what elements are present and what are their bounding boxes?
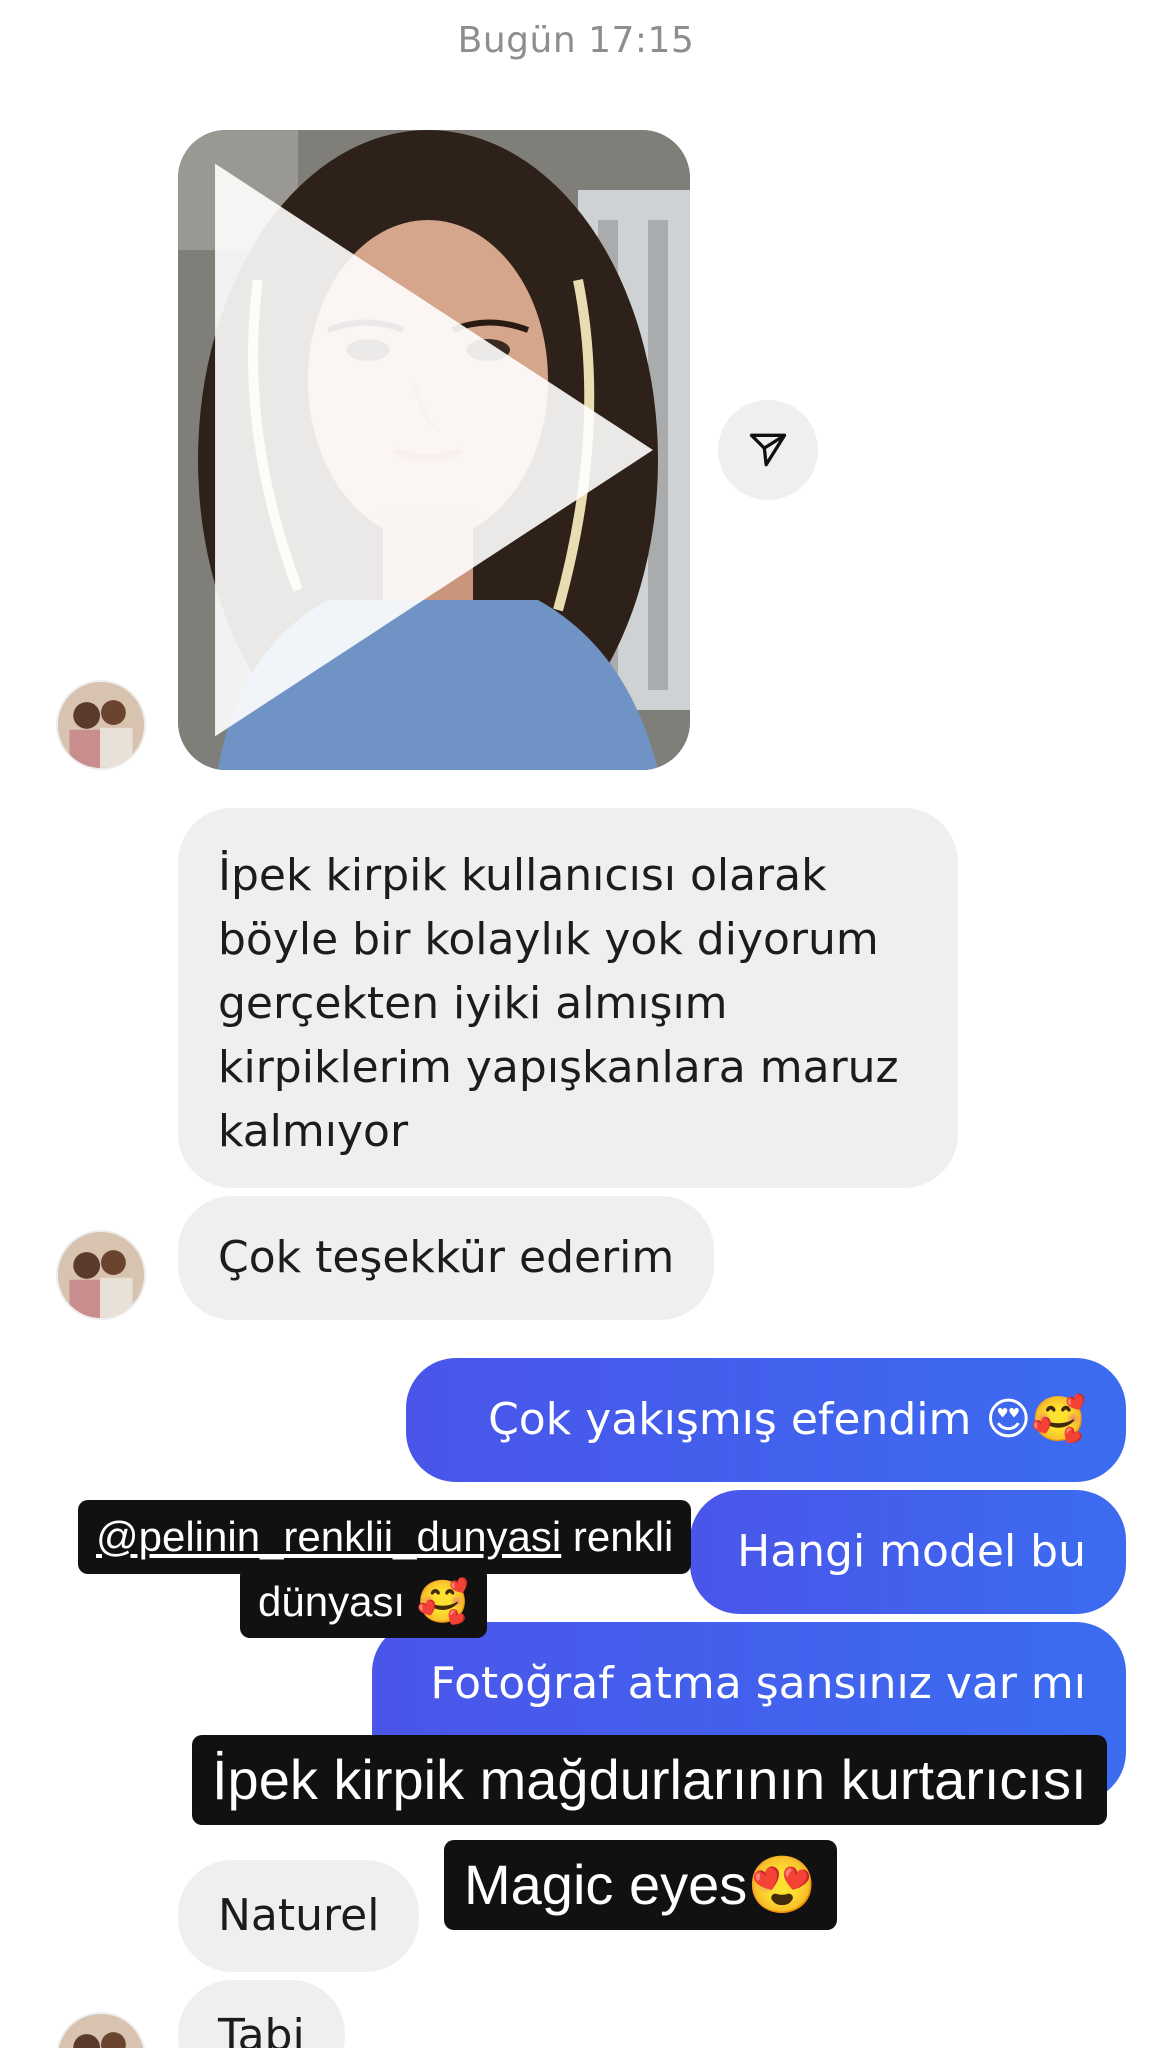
play-icon[interactable] [178,130,690,770]
incoming-message[interactable]: Tabi [178,1980,345,2048]
paper-plane-icon [749,433,787,467]
outgoing-message[interactable]: Çok yakışmış efendim 😍🥰 [406,1358,1126,1482]
mention-sticker-line2: dünyası 🥰 [240,1566,488,1638]
mention-text: renkli [561,1513,674,1560]
avatar-photo [58,682,144,768]
video-message-thumbnail[interactable] [178,130,690,770]
incoming-message[interactable]: İpek kirpik kullanıcısı olarak böyle bir… [178,808,958,1188]
mention-sticker[interactable]: @pelinin_renklii_dunyasi renkli [78,1500,692,1574]
sender-avatar[interactable] [56,2012,146,2048]
caption-sticker-line2: Magic eyes😍 [444,1840,837,1930]
avatar-photo [58,2014,144,2048]
incoming-message[interactable]: Çok teşekkür ederim [178,1196,715,1320]
message-timestamp: Bugün 17:15 [457,20,695,61]
outgoing-message[interactable]: Hangi model bu [690,1490,1126,1614]
incoming-message[interactable]: Naturel [178,1860,420,1972]
share-button[interactable] [718,400,818,500]
caption-sticker-line1: İpek kirpik mağdurlarının kurtarıcısı [192,1735,1107,1825]
mention-handle[interactable]: @pelinin_renklii_dunyasi [96,1513,561,1560]
avatar-photo [58,1232,144,1318]
sender-avatar[interactable] [56,680,146,770]
sender-avatar[interactable] [56,1230,146,1320]
